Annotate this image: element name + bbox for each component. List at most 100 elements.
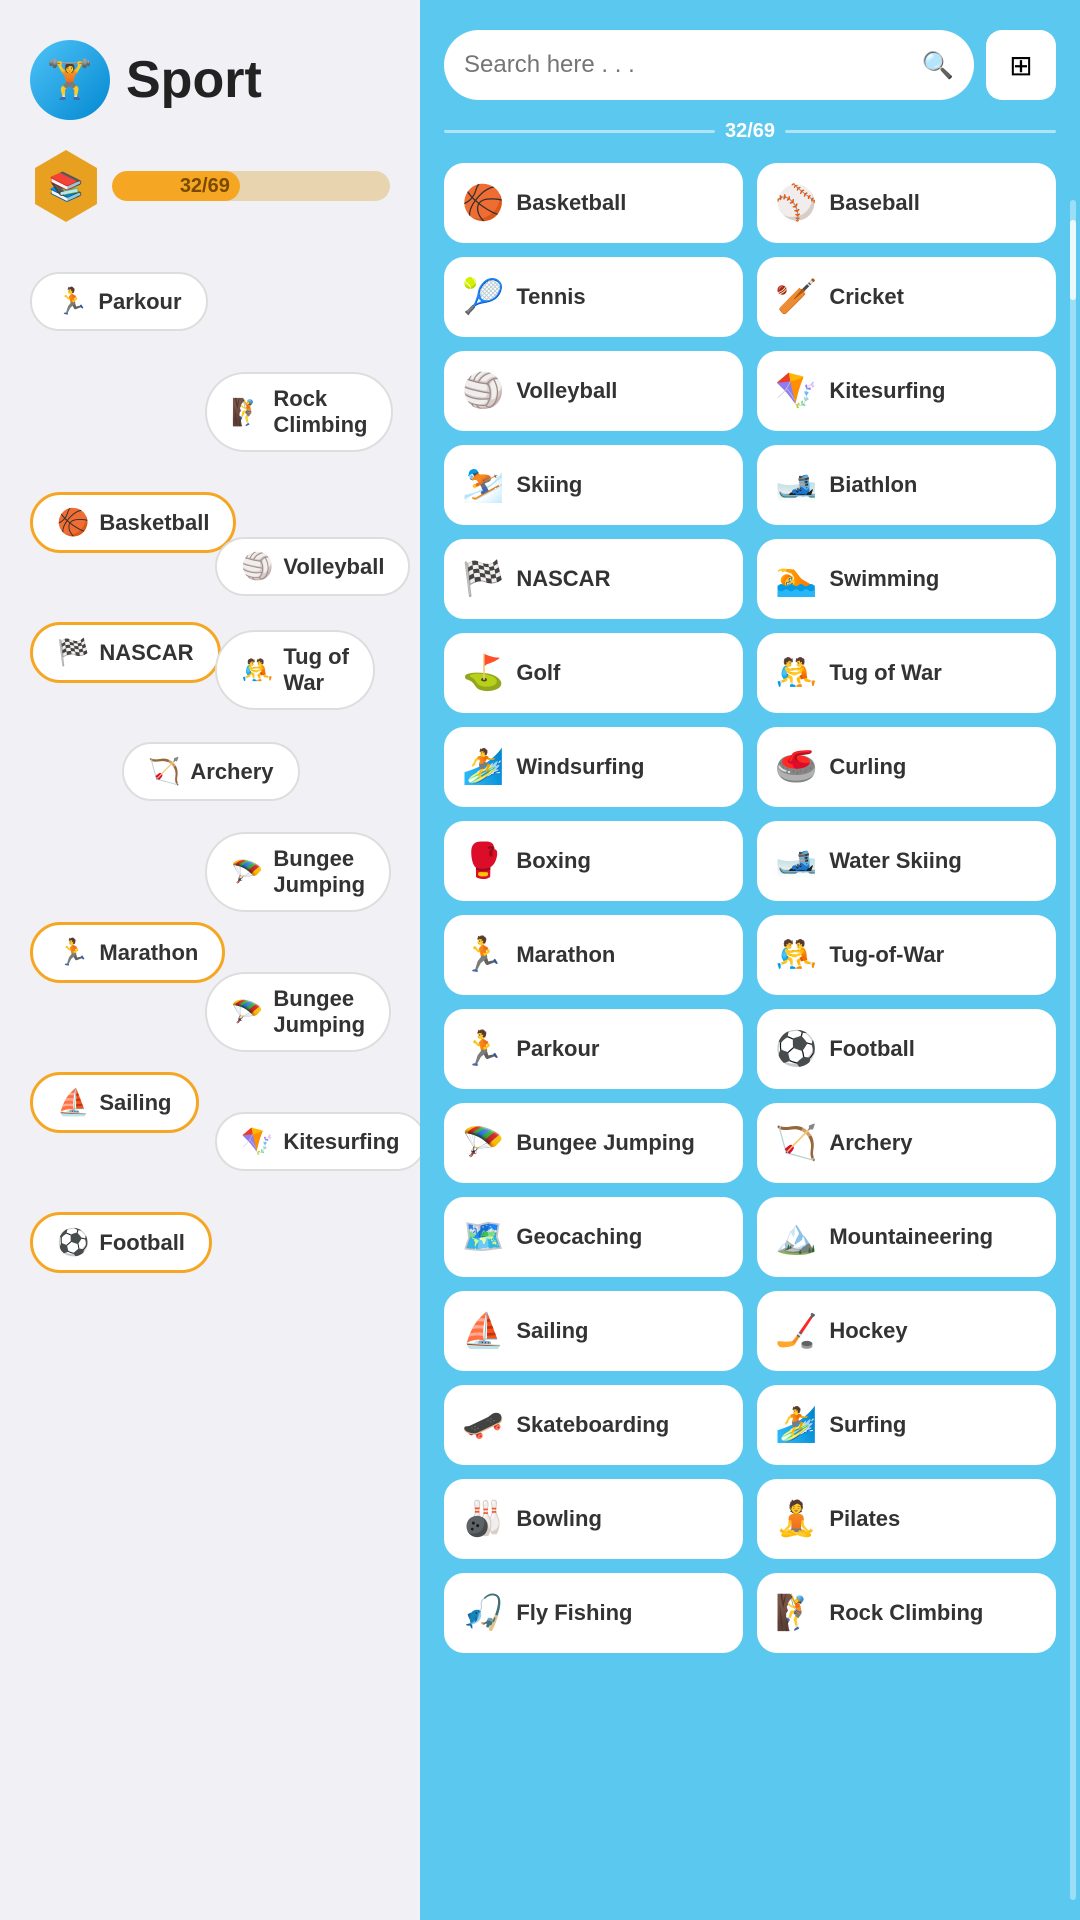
sport-name-surfing: Surfing [829,1412,906,1438]
bubble-rock-climbing[interactable]: 🧗 RockClimbing [205,372,393,452]
sport-name-tug-of-war: Tug of War [829,660,941,686]
sport-card-football[interactable]: ⚽ Football [757,1009,1056,1089]
sport-name-hockey: Hockey [829,1318,907,1344]
sport-name-water-skiing: Water Skiing [829,848,961,874]
sport-card-windsurfing[interactable]: 🏄 Windsurfing [444,727,743,807]
rock-climbing-label: RockClimbing [273,386,367,438]
sport-card-volleyball[interactable]: 🏐 Volleyball [444,351,743,431]
sport-icon-bungee-jumping: 🪂 [462,1123,504,1163]
sport-card-golf[interactable]: ⛳ Golf [444,633,743,713]
sport-name-nascar: NASCAR [516,566,610,592]
sport-card-bowling[interactable]: 🎳 Bowling [444,1479,743,1559]
nascar-icon: 🏁 [57,637,89,668]
sport-card-basketball[interactable]: 🏀 Basketball [444,163,743,243]
sport-icon-bowling: 🎳 [462,1499,504,1539]
sport-card-cricket[interactable]: 🏏 Cricket [757,257,1056,337]
bubble-football[interactable]: ⚽ Football [30,1212,212,1273]
bubble-tug-of-war[interactable]: 🤼 Tug ofWar [215,630,375,710]
sport-card-bungee-jumping[interactable]: 🪂 Bungee Jumping [444,1103,743,1183]
search-input[interactable] [464,51,922,79]
sport-card-tug-of-war2[interactable]: 🤼 Tug-of-War [757,915,1056,995]
sport-card-sailing[interactable]: ⛵ Sailing [444,1291,743,1371]
sport-card-geocaching[interactable]: 🗺️ Geocaching [444,1197,743,1277]
kitesurfing-icon: 🪁 [241,1126,273,1157]
sport-name-golf: Golf [516,660,560,686]
filter-button[interactable]: ⊞ [986,30,1056,100]
sport-icon-pilates: 🧘 [775,1499,817,1539]
sport-card-pilates[interactable]: 🧘 Pilates [757,1479,1056,1559]
sport-card-hockey[interactable]: 🏒 Hockey [757,1291,1056,1371]
sport-card-curling[interactable]: 🥌 Curling [757,727,1056,807]
sport-icon-hockey: 🏒 [775,1311,817,1351]
sport-card-marathon[interactable]: 🏃 Marathon [444,915,743,995]
progress-fill: 32/69 [112,171,240,201]
sport-card-archery[interactable]: 🏹 Archery [757,1103,1056,1183]
sport-icon-fly-fishing: 🎣 [462,1593,504,1633]
sport-card-fly-fishing[interactable]: 🎣 Fly Fishing [444,1573,743,1653]
bubble-bungee1[interactable]: 🪂 BungeeJumping [205,832,391,912]
sport-icon-sailing: ⛵ [462,1311,504,1351]
sport-card-biathlon[interactable]: 🎿 Biathlon [757,445,1056,525]
sport-card-parkour[interactable]: 🏃 Parkour [444,1009,743,1089]
sport-icon-skateboarding: 🛹 [462,1405,504,1445]
sport-icon-kitesurfing: 🪁 [775,371,817,411]
bubble-nascar[interactable]: 🏁 NASCAR [30,622,221,683]
sport-card-skateboarding[interactable]: 🛹 Skateboarding [444,1385,743,1465]
search-input-wrapper[interactable]: 🔍 [444,30,974,100]
bungee1-label: BungeeJumping [273,846,365,898]
sport-name-volleyball: Volleyball [516,378,617,404]
bubble-archery[interactable]: 🏹 Archery [122,742,300,801]
sport-name-windsurfing: Windsurfing [516,754,644,780]
bubble-marathon[interactable]: 🏃 Marathon [30,922,225,983]
sport-card-tug-of-war[interactable]: 🤼 Tug of War [757,633,1056,713]
sport-card-surfing[interactable]: 🏄 Surfing [757,1385,1056,1465]
sailing-icon: ⛵ [57,1087,89,1118]
progress-bar-container: 📚 32/69 [30,150,390,222]
search-bar: 🔍 ⊞ [444,30,1056,100]
sport-name-geocaching: Geocaching [516,1224,642,1250]
tug-of-war-label: Tug ofWar [283,644,349,696]
right-panel: 🔍 ⊞ 32/69 🏀 Basketball ⚾ Baseball 🎾 Tenn… [420,0,1080,1920]
bubble-bungee2[interactable]: 🪂 BungeeJumping [205,972,391,1052]
sport-icon-water-skiing: 🎿 [775,841,817,881]
parkour-label: Parkour [98,289,181,315]
sport-name-skiing: Skiing [516,472,582,498]
scrollbar-track[interactable] [1070,200,1076,1900]
progress-text: 32/69 [180,175,230,198]
sport-card-swimming[interactable]: 🏊 Swimming [757,539,1056,619]
sport-icon-biathlon: 🎿 [775,465,817,505]
bubble-kitesurfing[interactable]: 🪁 Kitesurfing [215,1112,426,1171]
football-label: Football [99,1230,185,1256]
sport-card-skiing[interactable]: ⛷️ Skiing [444,445,743,525]
sport-card-nascar[interactable]: 🏁 NASCAR [444,539,743,619]
sport-card-rock-climbing[interactable]: 🧗 Rock Climbing [757,1573,1056,1653]
basketball-icon: 🏀 [57,507,89,538]
bubble-basketball[interactable]: 🏀 Basketball [30,492,236,553]
sport-card-tennis[interactable]: 🎾 Tennis [444,257,743,337]
scrollbar-thumb[interactable] [1070,220,1076,300]
sport-card-water-skiing[interactable]: 🎿 Water Skiing [757,821,1056,901]
sport-name-football: Football [829,1036,915,1062]
sport-card-mountaineering[interactable]: 🏔️ Mountaineering [757,1197,1056,1277]
sport-card-baseball[interactable]: ⚾ Baseball [757,163,1056,243]
sport-card-kitesurfing[interactable]: 🪁 Kitesurfing [757,351,1056,431]
bungee2-icon: 🪂 [231,997,263,1028]
bungee2-label: BungeeJumping [273,986,365,1038]
bubble-volleyball[interactable]: 🏐 Volleyball [215,537,410,596]
sport-icon-tug-of-war2: 🤼 [775,935,817,975]
sport-name-marathon: Marathon [516,942,615,968]
sport-icon-archery: 🏹 [775,1123,817,1163]
basketball-label: Basketball [99,510,209,536]
sport-icon-cricket: 🏏 [775,277,817,317]
bubble-sailing[interactable]: ⛵ Sailing [30,1072,199,1133]
search-icon: 🔍 [922,50,954,81]
kitesurfing-label: Kitesurfing [283,1129,399,1155]
progress-indicator: 32/69 [444,120,1056,143]
bubble-parkour[interactable]: 🏃 Parkour [30,272,208,331]
sport-card-boxing[interactable]: 🥊 Boxing [444,821,743,901]
sport-name-archery: Archery [829,1130,912,1156]
sport-name-biathlon: Biathlon [829,472,917,498]
archery-icon: 🏹 [148,756,180,787]
archery-label: Archery [190,759,273,785]
left-panel: 🏋️ Sport 📚 32/69 🏃 Parkour 🧗 RockClimbin… [0,0,420,1920]
